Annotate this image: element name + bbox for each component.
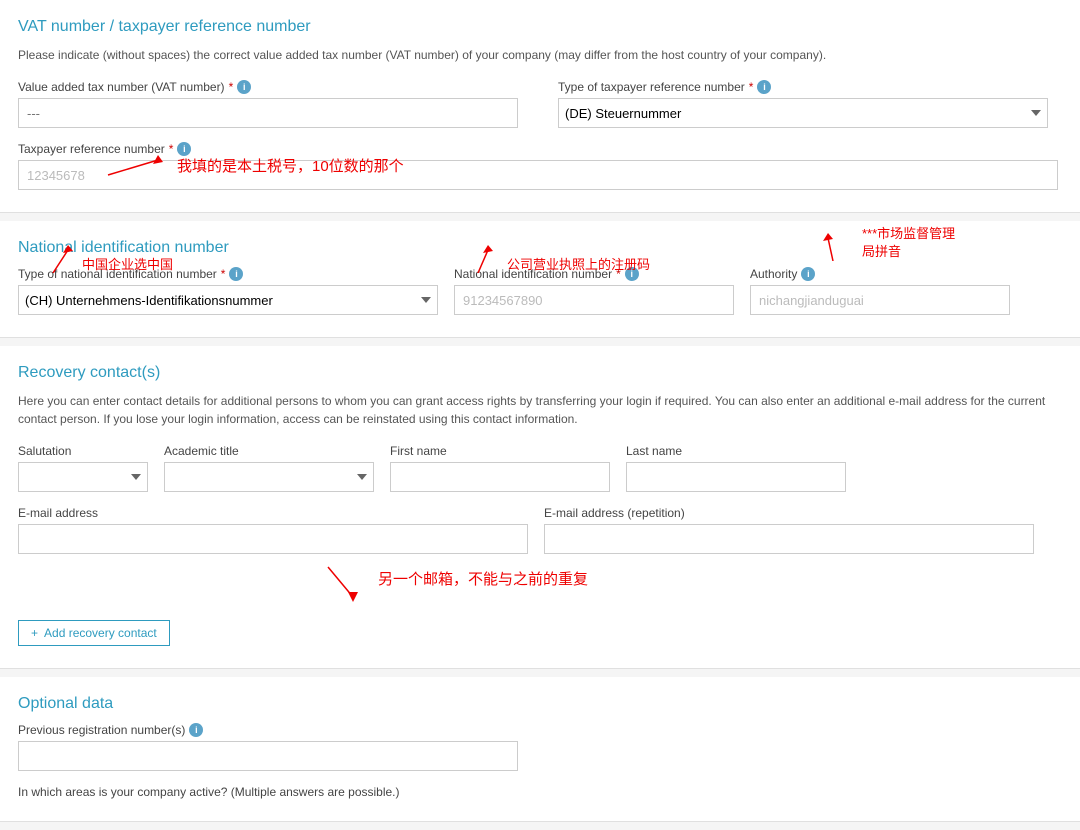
email-rep-label: E-mail address (repetition) (544, 506, 1034, 520)
add-recovery-contact-button[interactable]: + Add recovery contact (18, 620, 170, 646)
vat-section-title: VAT number / taxpayer reference number (18, 18, 1062, 36)
taxpayer-required-star: * (169, 142, 174, 156)
recovery-section-title: Recovery contact(s) (18, 364, 1062, 382)
nin-number-required-star: * (616, 267, 621, 281)
add-contact-label: Add recovery contact (44, 626, 157, 640)
email-label: E-mail address (18, 506, 528, 520)
nin-section: National identification number 中国企业选中国 公… (0, 221, 1080, 338)
academic-select[interactable]: Dr. Prof. (164, 462, 374, 492)
firstname-group: First name (390, 444, 610, 492)
vat-top-row: Value added tax number (VAT number) * i … (18, 80, 1062, 128)
firstname-input[interactable] (390, 462, 610, 492)
salutation-label: Salutation (18, 444, 148, 458)
nin-body: 中国企业选中国 公司营业执照上的注册码 ***市场监督管理局拼音 (18, 267, 1062, 315)
prev-reg-group: Previous registration number(s) i (18, 723, 1062, 771)
add-contact-plus: + (31, 626, 38, 640)
prev-reg-input[interactable] (18, 741, 518, 771)
areas-group: In which areas is your company active? (… (18, 785, 1062, 799)
taxpayer-info-icon[interactable]: i (177, 142, 191, 156)
vat-info-icon[interactable]: i (237, 80, 251, 94)
nin-authority-label: Authority i (750, 267, 1010, 281)
vat-section-desc: Please indicate (without spaces) the cor… (18, 46, 1062, 64)
email-annotation-text: 另一个邮箱，不能与之前的重复 (378, 568, 588, 589)
lastname-label: Last name (626, 444, 846, 458)
type-info-icon[interactable]: i (757, 80, 771, 94)
prev-reg-info-icon[interactable]: i (189, 723, 203, 737)
vat-number-label: Value added tax number (VAT number) * i (18, 80, 518, 94)
taxpayer-type-group: Type of taxpayer reference number * i (D… (558, 80, 1048, 128)
lastname-input[interactable] (626, 462, 846, 492)
nin-type-group: Type of national identification number *… (18, 267, 438, 315)
email-annotation-area: 另一个邮箱，不能与之前的重复 (18, 562, 1062, 612)
nin-number-input[interactable] (454, 285, 734, 315)
taxpayer-type-label: Type of taxpayer reference number * i (558, 80, 1048, 94)
vat-number-group: Value added tax number (VAT number) * i (18, 80, 518, 128)
email-rep-group: E-mail address (repetition) (544, 506, 1034, 554)
nin-type-info-icon[interactable]: i (229, 267, 243, 281)
nin-number-label: National identification number * i (454, 267, 734, 281)
taxpayer-input-wrapper: 我填的是本土税号，10位数的那个 (18, 160, 1062, 190)
vat-section: VAT number / taxpayer reference number P… (0, 0, 1080, 213)
firstname-label: First name (390, 444, 610, 458)
email-group: E-mail address (18, 506, 528, 554)
academic-label: Academic title (164, 444, 374, 458)
optional-section-title: Optional data (18, 695, 1062, 713)
email-annotation-wrap: 另一个邮箱，不能与之前的重复 (318, 562, 588, 602)
nin-type-select[interactable]: (CH) Unternehmens-Identifikationsnummer … (18, 285, 438, 315)
vat-required-star: * (229, 80, 234, 94)
vat-number-input[interactable] (18, 98, 518, 128)
nin-type-label: Type of national identification number *… (18, 267, 438, 281)
nin-authority-info-icon[interactable]: i (801, 267, 815, 281)
taxpayer-ref-group: Taxpayer reference number * i 我填的是本土税号，1… (18, 142, 1062, 190)
nin-number-group: National identification number * i (454, 267, 734, 315)
nin-authority-group: Authority i (750, 267, 1010, 315)
nin-type-required-star: * (221, 267, 226, 281)
taxpayer-ref-input[interactable] (18, 160, 1058, 190)
lastname-group: Last name (626, 444, 846, 492)
email-arrow-svg (318, 562, 378, 602)
academic-group: Academic title Dr. Prof. (164, 444, 374, 492)
email-rep-input[interactable] (544, 524, 1034, 554)
prev-reg-label: Previous registration number(s) i (18, 723, 1062, 737)
nin-section-title: National identification number (18, 239, 1062, 257)
type-required-star: * (749, 80, 754, 94)
email-input[interactable] (18, 524, 528, 554)
salutation-group: Salutation Mr. Ms. (18, 444, 148, 492)
taxpayer-ref-label: Taxpayer reference number * i (18, 142, 1062, 156)
nin-form-row: Type of national identification number *… (18, 267, 1062, 315)
recovery-section: Recovery contact(s) Here you can enter c… (0, 346, 1080, 669)
optional-section: Optional data Previous registration numb… (0, 677, 1080, 822)
nin-number-info-icon[interactable]: i (625, 267, 639, 281)
taxpayer-type-select[interactable]: (DE) Steuernummer (DE) Umsatzsteuer-Iden… (558, 98, 1048, 128)
recovery-row-1: Salutation Mr. Ms. Academic title Dr. Pr… (18, 444, 1062, 492)
nin-authority-input[interactable] (750, 285, 1010, 315)
taxpayer-row: Taxpayer reference number * i 我填的是本土税号，1… (18, 142, 1062, 190)
recovery-section-desc: Here you can enter contact details for a… (18, 392, 1062, 428)
salutation-select[interactable]: Mr. Ms. (18, 462, 148, 492)
recovery-row-2: E-mail address E-mail address (repetitio… (18, 506, 1062, 554)
areas-label: In which areas is your company active? (… (18, 785, 1062, 799)
